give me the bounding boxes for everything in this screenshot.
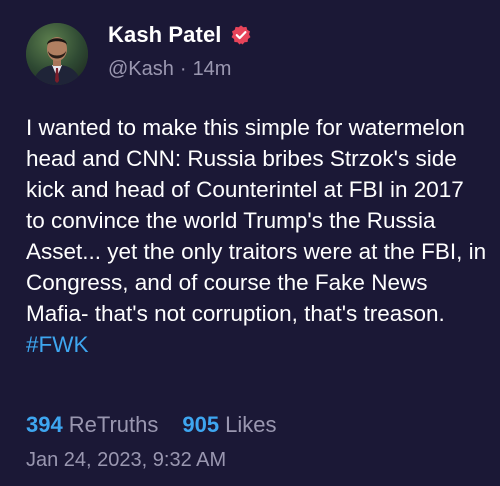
likes-label[interactable]: Likes	[225, 412, 276, 438]
hashtag-link[interactable]: #FWK	[26, 332, 89, 357]
verified-badge-icon	[230, 24, 252, 46]
avatar[interactable]	[26, 23, 88, 85]
retruths-count[interactable]: 394	[26, 412, 63, 438]
author-display-name[interactable]: Kash Patel	[108, 22, 222, 48]
author-handle-row: @Kash · 14m	[108, 58, 231, 81]
post-timestamp: Jan 24, 2023, 9:32 AM	[26, 449, 227, 471]
relative-time[interactable]: 14m	[193, 58, 232, 81]
author-name-row: Kash Patel	[108, 22, 252, 48]
likes-count[interactable]: 905	[182, 412, 219, 438]
author-handle[interactable]: @Kash	[108, 58, 174, 81]
engagement-stats: 394 ReTruths 905 Likes	[26, 412, 276, 438]
retruths-label[interactable]: ReTruths	[69, 412, 159, 438]
truth-post: Kash Patel @Kash · 14m I wanted to make …	[0, 0, 500, 486]
post-body: I wanted to make this simple for waterme…	[26, 112, 488, 360]
post-text: I wanted to make this simple for waterme…	[26, 115, 487, 326]
profile-photo-icon	[26, 23, 88, 85]
separator-dot: ·	[179, 58, 187, 80]
